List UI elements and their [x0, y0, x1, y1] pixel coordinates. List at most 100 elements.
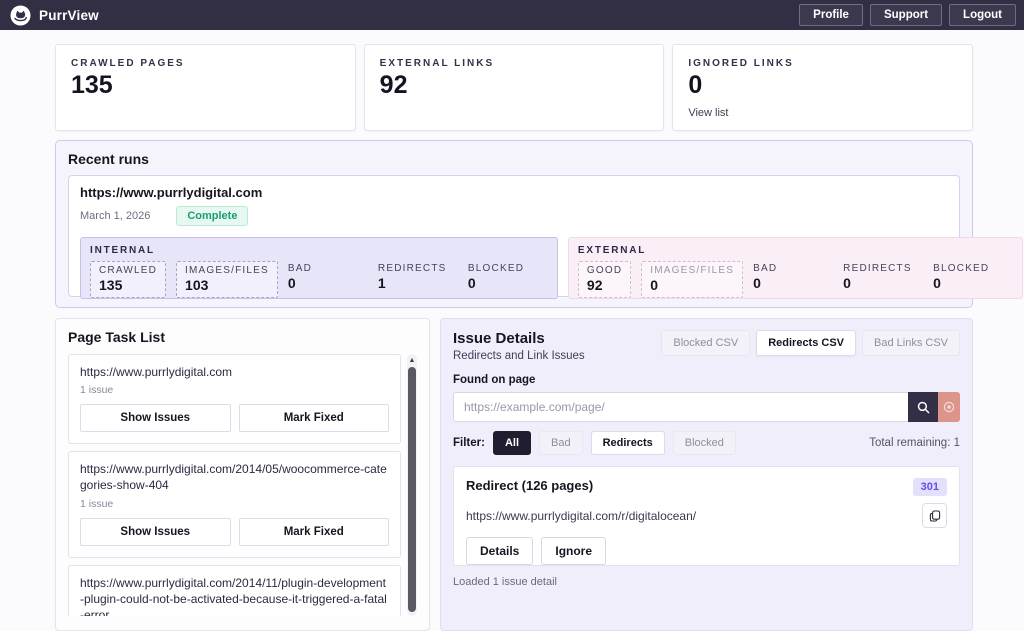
bottom-row: Page Task List https://www.purrlydigital…	[55, 318, 973, 631]
support-button[interactable]: Support	[870, 4, 942, 26]
external-stats-panel: EXTERNAL GOOD 92 IMAGES/FILES 0 BAD 0	[568, 237, 1023, 299]
task-url: https://www.purrlydigital.com/2014/05/wo…	[80, 461, 389, 493]
page-url-search-input[interactable]	[453, 392, 908, 422]
stat-redirects: REDIRECTS 0	[843, 261, 923, 294]
filter-label: Filter:	[453, 437, 485, 449]
stat-value: 135	[99, 277, 157, 293]
issue-details-header: Issue Details Redirects and Link Issues …	[453, 330, 960, 362]
summary-stats-row: CRAWLED PAGES 135 EXTERNAL LINKS 92 IGNO…	[55, 44, 973, 131]
issue-url: https://www.purrlydigital.com/r/digitalo…	[466, 509, 696, 523]
copy-icon	[929, 510, 941, 522]
status-code-badge: 301	[913, 478, 947, 496]
total-remaining: Total remaining: 1	[869, 437, 960, 449]
stat-redirects: REDIRECTS 1	[378, 261, 458, 294]
task-list-scroll-area: https://www.purrlydigital.com 1 issue Sh…	[68, 354, 417, 616]
stat-bad: BAD 0	[753, 261, 833, 294]
stat-value: 135	[71, 72, 340, 100]
stat-value: 0	[468, 275, 548, 291]
stat-bad: BAD 0	[288, 261, 368, 294]
stat-label: EXTERNAL LINKS	[380, 58, 649, 69]
issue-actions: Details Ignore	[466, 537, 947, 565]
issue-details-titles: Issue Details Redirects and Link Issues	[453, 330, 585, 362]
stat-images-files: IMAGES/FILES 0	[641, 261, 743, 298]
details-button[interactable]: Details	[466, 537, 533, 565]
issue-details-footer: Loaded 1 issue detail	[453, 576, 960, 588]
top-navbar: PurrView Profile Support Logout	[0, 0, 1024, 30]
stat-good: GOOD 92	[578, 261, 631, 298]
task-url: https://www.purrlydigital.com/2014/11/pl…	[80, 575, 389, 616]
run-url: https://www.purrlydigital.com	[80, 185, 948, 200]
stat-card-ignored-links: IGNORED LINKS 0 View list	[672, 44, 973, 131]
copy-url-button[interactable]	[922, 503, 947, 528]
profile-button[interactable]: Profile	[799, 4, 863, 26]
recent-runs-section: Recent runs https://www.purrlydigital.co…	[55, 140, 973, 308]
task-list-title: Page Task List	[68, 329, 417, 345]
search-button[interactable]	[908, 392, 938, 422]
page-task-list-panel: Page Task List https://www.purrlydigital…	[55, 318, 430, 631]
task-list-scrollbar[interactable]: ▲	[407, 354, 417, 616]
task-card: https://www.purrlydigital.com/2014/05/wo…	[68, 451, 401, 557]
blocked-csv-button[interactable]: Blocked CSV	[661, 330, 750, 356]
view-list-link[interactable]: View list	[688, 107, 728, 119]
issue-url-row: https://www.purrlydigital.com/r/digitalo…	[466, 503, 947, 528]
run-card: https://www.purrlydigital.com March 1, 2…	[68, 175, 960, 297]
scrollbar-up-icon[interactable]: ▲	[407, 354, 417, 367]
recent-runs-title: Recent runs	[68, 151, 960, 167]
run-date: March 1, 2026	[80, 210, 150, 222]
internal-panel-title: INTERNAL	[90, 245, 548, 256]
stat-label: GOOD	[587, 265, 622, 276]
task-card: https://www.purrlydigital.com/2014/11/pl…	[68, 565, 401, 616]
filter-blocked-button[interactable]: Blocked	[673, 431, 736, 455]
bad-links-csv-button[interactable]: Bad Links CSV	[862, 330, 960, 356]
stat-value: 1	[378, 275, 458, 291]
navbar-actions: Profile Support Logout	[799, 4, 1016, 26]
issue-card: Redirect (126 pages) 301 https://www.pur…	[453, 466, 960, 566]
page-content: CRAWLED PAGES 135 EXTERNAL LINKS 92 IGNO…	[0, 30, 1024, 631]
ignore-button[interactable]: Ignore	[541, 537, 606, 565]
stat-value: 92	[380, 72, 649, 100]
task-issue-count: 1 issue	[80, 384, 389, 396]
logout-button[interactable]: Logout	[949, 4, 1016, 26]
stat-label: IMAGES/FILES	[650, 265, 734, 276]
stat-value: 92	[587, 277, 622, 293]
stat-label: BLOCKED	[933, 263, 1013, 274]
mark-fixed-button[interactable]: Mark Fixed	[239, 518, 390, 546]
mark-fixed-button[interactable]: Mark Fixed	[239, 404, 390, 432]
stat-value: 0	[288, 275, 368, 291]
stat-blocked: BLOCKED 0	[468, 261, 548, 294]
clear-search-button[interactable]	[938, 392, 960, 422]
filter-bad-button[interactable]: Bad	[539, 431, 583, 455]
stat-label: IMAGES/FILES	[185, 265, 269, 276]
stat-value: 0	[650, 277, 734, 293]
found-on-page-label: Found on page	[453, 374, 960, 386]
task-issue-count: 1 issue	[80, 498, 389, 510]
internal-stats-panel: INTERNAL CRAWLED 135 IMAGES/FILES 103 BA…	[80, 237, 558, 299]
task-actions: Show Issues Mark Fixed	[80, 404, 389, 432]
stat-value: 0	[753, 275, 833, 291]
issue-title: Redirect (126 pages)	[466, 478, 593, 493]
filter-all-button[interactable]: All	[493, 431, 531, 455]
run-panels: INTERNAL CRAWLED 135 IMAGES/FILES 103 BA…	[80, 237, 948, 299]
task-actions: Show Issues Mark Fixed	[80, 518, 389, 546]
task-url: https://www.purrlydigital.com	[80, 364, 389, 380]
stat-value: 0	[933, 275, 1013, 291]
filter-redirects-button[interactable]: Redirects	[591, 431, 665, 455]
stat-value: 0	[688, 72, 957, 100]
task-card: https://www.purrlydigital.com 1 issue Sh…	[68, 354, 401, 444]
stat-blocked: BLOCKED 0	[933, 261, 1013, 294]
stat-images-files: IMAGES/FILES 103	[176, 261, 278, 298]
show-issues-button[interactable]: Show Issues	[80, 518, 231, 546]
stat-label: BAD	[753, 263, 833, 274]
issue-details-subtitle: Redirects and Link Issues	[453, 350, 585, 362]
stat-label: CRAWLED	[99, 265, 157, 276]
external-stats: GOOD 92 IMAGES/FILES 0 BAD 0 REDIRECTS	[578, 261, 1013, 298]
page-search-group	[453, 392, 960, 422]
issue-card-head: Redirect (126 pages) 301	[466, 478, 947, 496]
show-issues-button[interactable]: Show Issues	[80, 404, 231, 432]
scrollbar-thumb[interactable]	[408, 367, 416, 612]
stat-value: 0	[843, 275, 923, 291]
clear-target-icon	[943, 401, 955, 413]
stat-card-external-links: EXTERNAL LINKS 92	[364, 44, 665, 131]
redirects-csv-button[interactable]: Redirects CSV	[756, 330, 856, 356]
stat-label: IGNORED LINKS	[688, 58, 957, 69]
